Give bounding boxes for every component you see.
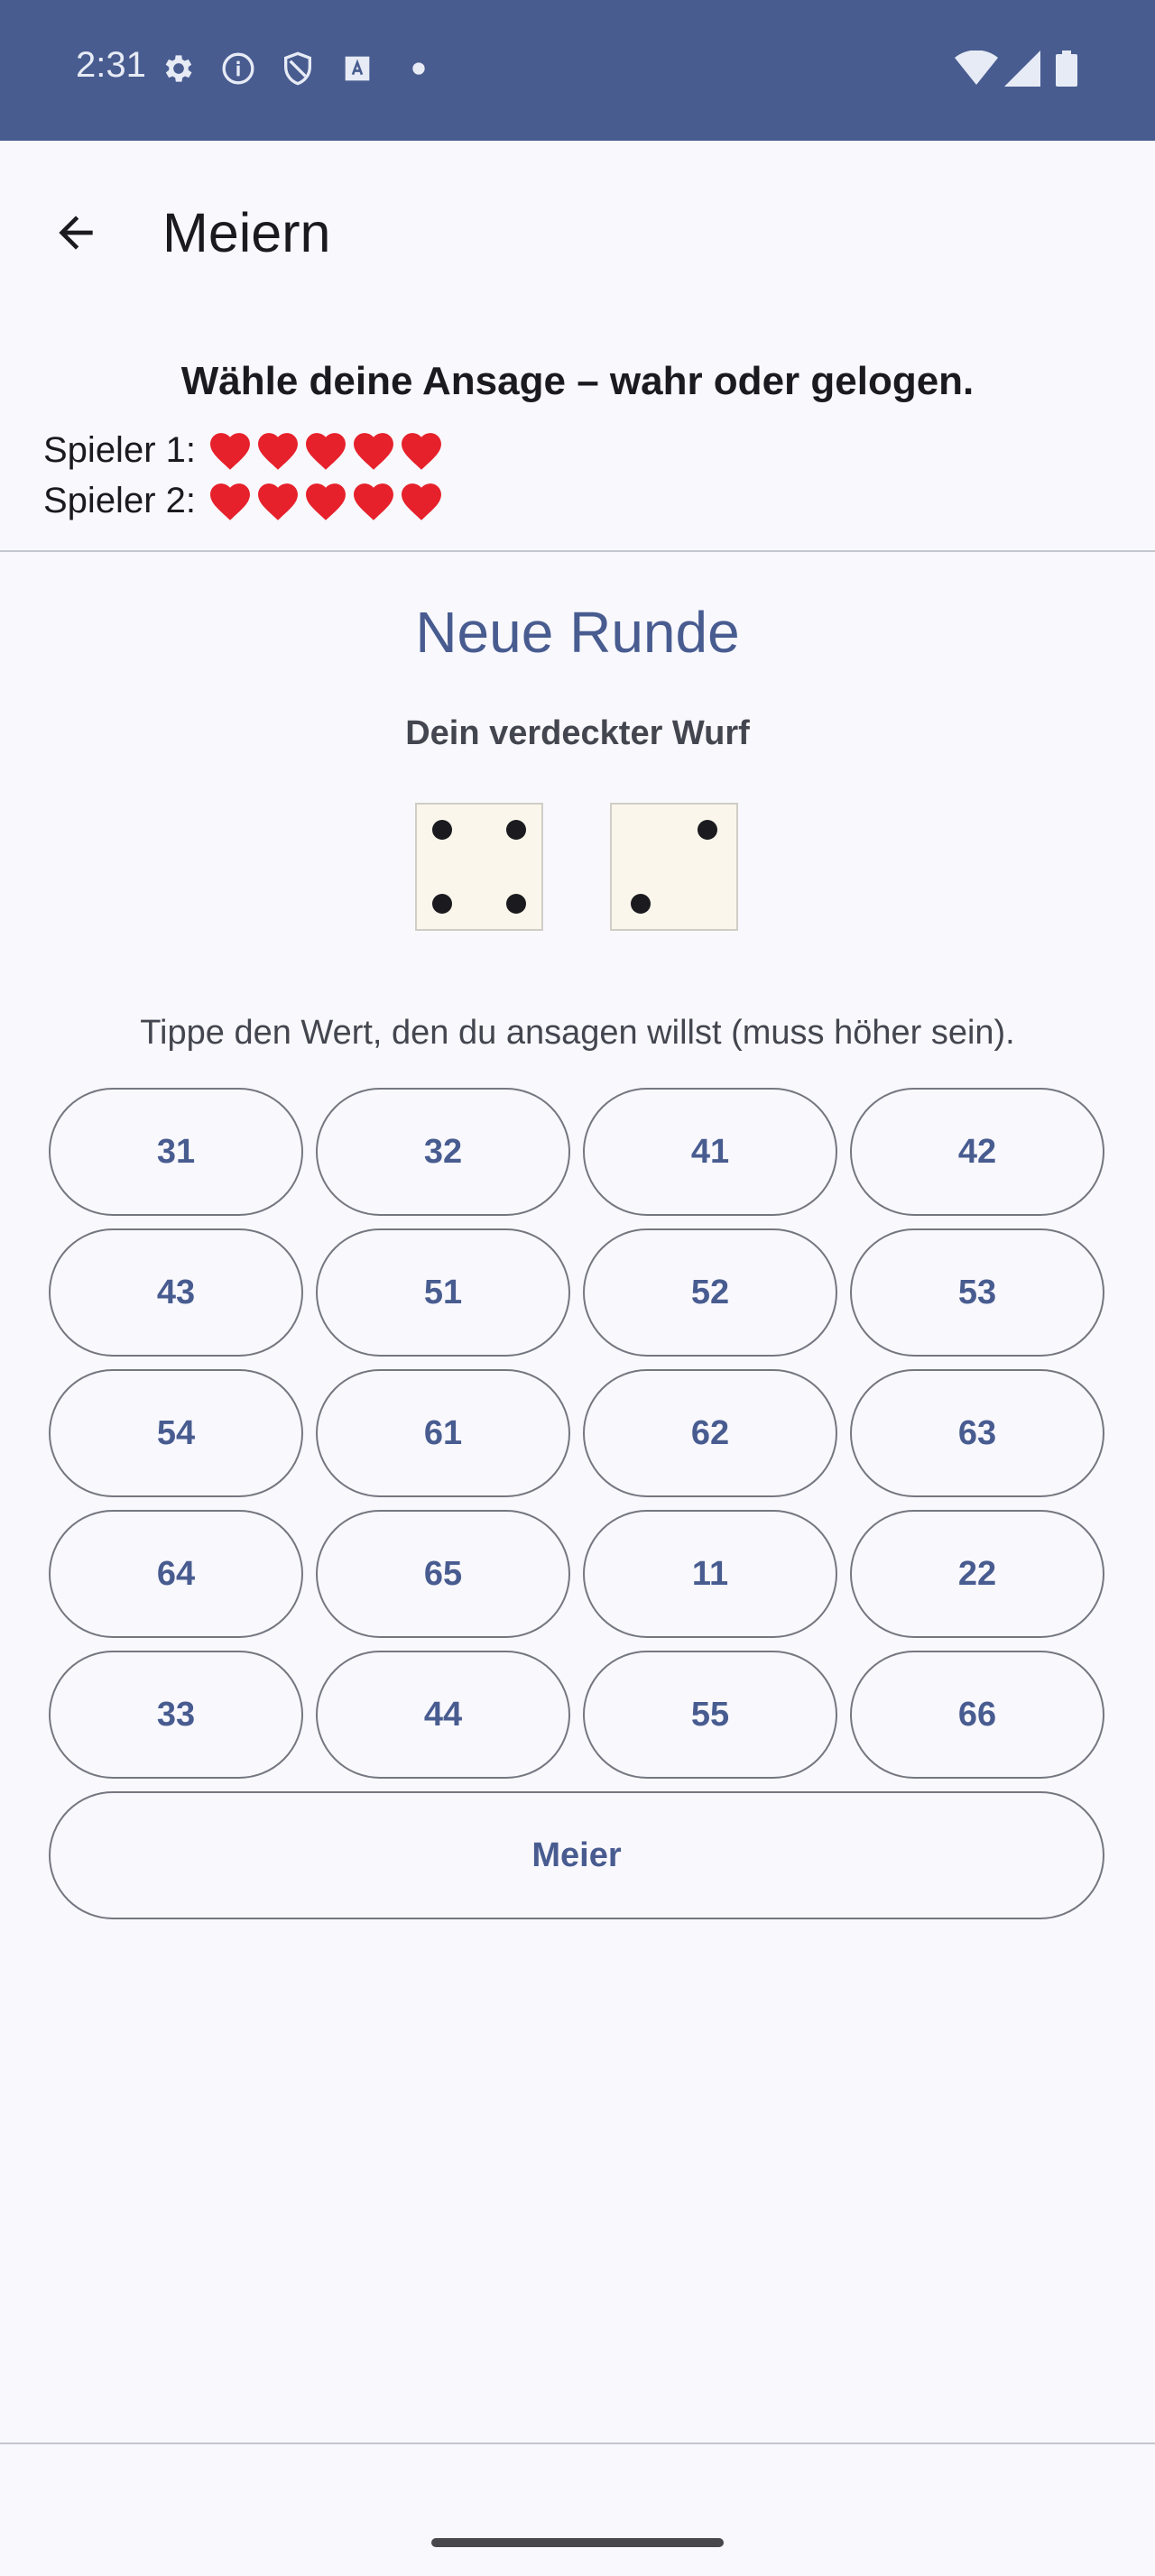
bottom-divider: [0, 2443, 1155, 2444]
die-pip: [431, 894, 452, 915]
bid-button-32[interactable]: 32: [316, 1088, 570, 1216]
battery-icon: [1056, 51, 1077, 87]
bid-button-43[interactable]: 43: [49, 1228, 303, 1357]
player-1-label: Spieler 1:: [43, 429, 196, 470]
bid-button-64[interactable]: 64: [49, 1510, 303, 1638]
bid-button-44[interactable]: 44: [316, 1651, 570, 1779]
die-pip: [698, 819, 718, 840]
signal-icon: [1004, 51, 1040, 87]
bid-button-31[interactable]: 31: [49, 1088, 303, 1216]
player-2-hearts: [207, 480, 446, 521]
round-prompt: Wähle deine Ansage – wahr oder gelogen.: [180, 359, 975, 403]
bid-button-51[interactable]: 51: [316, 1228, 570, 1357]
heart-icon: [306, 483, 346, 520]
die-pip: [630, 894, 651, 915]
heart-icon: [402, 433, 441, 470]
shield-icon: [284, 51, 311, 86]
die-2: [610, 803, 738, 931]
die-pip: [431, 819, 452, 840]
heart-icon: [258, 483, 298, 520]
bid-button-42[interactable]: 42: [850, 1088, 1104, 1216]
hidden-roll-label: Dein verdeckter Wurf: [405, 714, 750, 752]
bid-button-52[interactable]: 52: [583, 1228, 837, 1357]
info-icon: [222, 52, 254, 85]
heart-icon: [354, 433, 393, 470]
heart-icon: [402, 483, 441, 520]
meier-button[interactable]: Meier: [49, 1791, 1104, 1919]
bid-button-54[interactable]: 54: [49, 1369, 303, 1497]
player-1-lives: Spieler 1:: [43, 429, 446, 471]
bid-button-41[interactable]: 41: [583, 1088, 837, 1216]
bid-button-66[interactable]: 66: [850, 1651, 1104, 1779]
bid-button-65[interactable]: 65: [316, 1510, 570, 1638]
font-icon: [345, 56, 370, 81]
home-indicator[interactable]: [431, 2538, 724, 2547]
round-title: Neue Runde: [415, 600, 740, 665]
bid-button-33[interactable]: 33: [49, 1651, 303, 1779]
app-title: Meiern: [162, 202, 331, 263]
header-divider: [0, 550, 1155, 552]
arrow-back-icon: [59, 216, 93, 250]
heart-icon: [258, 433, 298, 470]
heart-icon: [210, 433, 250, 470]
player-1-hearts: [207, 429, 446, 471]
die-1: [415, 803, 543, 931]
status-time: 2:31: [76, 45, 146, 85]
heart-icon: [354, 483, 393, 520]
bid-button-22[interactable]: 22: [850, 1510, 1104, 1638]
bid-button-61[interactable]: 61: [316, 1369, 570, 1497]
bid-button-62[interactable]: 62: [583, 1369, 837, 1497]
bid-hint: Tippe den Wert, den du ansagen willst (m…: [140, 1014, 1015, 1052]
bid-button-55[interactable]: 55: [583, 1651, 837, 1779]
gear-icon: [165, 55, 192, 82]
wifi-icon: [955, 51, 998, 85]
bid-button-53[interactable]: 53: [850, 1228, 1104, 1357]
app-bar: Meiern: [0, 141, 1155, 317]
back-button[interactable]: [40, 197, 112, 269]
heart-icon: [210, 483, 250, 520]
die-pip: [506, 894, 527, 915]
bid-button-63[interactable]: 63: [850, 1369, 1104, 1497]
player-2-label: Spieler 2:: [43, 480, 196, 520]
player-2-lives: Spieler 2:: [43, 480, 446, 521]
heart-icon: [306, 433, 346, 470]
bid-grid: 31 32 41 42 43 51 52 53 54 61 62 63 64 6…: [49, 1088, 1106, 1919]
die-pip: [506, 819, 527, 840]
status-bar: 2:31: [0, 0, 1155, 141]
bid-button-11[interactable]: 11: [583, 1510, 837, 1638]
dot-icon: [412, 62, 425, 75]
